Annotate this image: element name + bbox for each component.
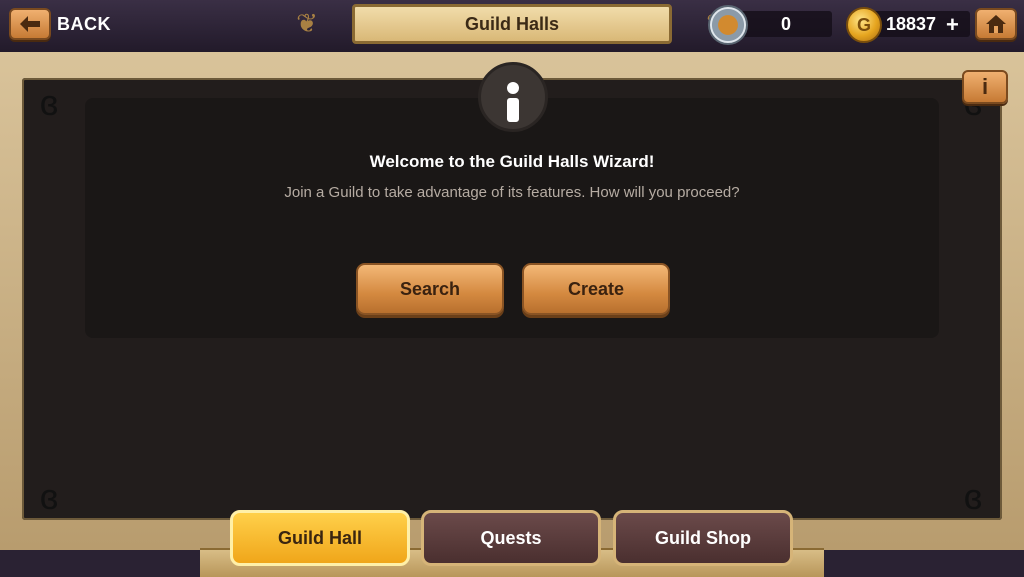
corner-ornament-icon: ɞ bbox=[963, 476, 983, 517]
corner-ornament-icon: ɞ bbox=[39, 82, 59, 123]
wizard-description: Join a Guild to take advantage of its fe… bbox=[284, 184, 740, 201]
rank-medal-icon bbox=[708, 5, 748, 45]
add-gold-button[interactable]: + bbox=[946, 12, 959, 38]
info-button[interactable]: i bbox=[962, 70, 1008, 104]
back-button[interactable] bbox=[9, 8, 51, 40]
rank-counter: 0 bbox=[740, 11, 832, 37]
wizard-panel bbox=[85, 98, 939, 338]
create-button[interactable]: Create bbox=[522, 263, 670, 315]
home-icon bbox=[986, 15, 1006, 33]
page-title: Guild Halls bbox=[352, 4, 672, 44]
back-label[interactable]: BACK bbox=[57, 14, 111, 35]
back-arrow-icon bbox=[20, 16, 40, 32]
home-button[interactable] bbox=[975, 8, 1017, 40]
info-icon: i bbox=[981, 74, 989, 99]
corner-ornament-icon: ɞ bbox=[39, 476, 59, 517]
wizard-title: Welcome to the Guild Halls Wizard! bbox=[369, 152, 655, 171]
tab-guild-shop[interactable]: Guild Shop bbox=[613, 510, 793, 566]
search-button[interactable]: Search bbox=[356, 263, 504, 315]
info-icon bbox=[478, 62, 548, 132]
gold-coin-icon: G bbox=[846, 7, 882, 43]
title-ornament-left: ❦ bbox=[296, 7, 318, 38]
tab-guild-hall[interactable]: Guild Hall bbox=[230, 510, 410, 566]
tab-quests[interactable]: Quests bbox=[421, 510, 601, 566]
